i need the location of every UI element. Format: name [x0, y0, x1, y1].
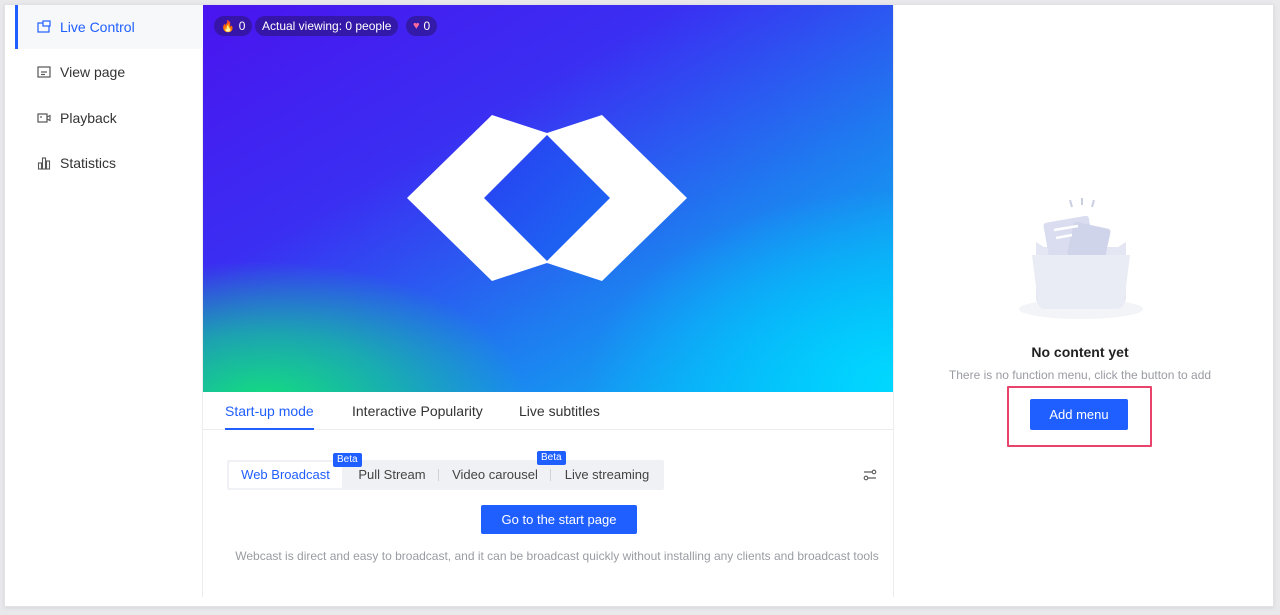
viewing-count: Actual viewing: 0 people — [262, 19, 392, 33]
popularity-badge: 🔥 0 — [214, 16, 253, 36]
sidebar: Live Control View page Playback Statisti… — [15, 5, 203, 597]
broadcast-description: Webcast is direct and easy to broadcast,… — [235, 549, 879, 563]
video-preview: 🔥 0 Actual viewing: 0 people ♥ 0 — [203, 5, 893, 392]
sidebar-item-label: Statistics — [60, 155, 117, 171]
go-to-start-page-button[interactable]: Go to the start page — [481, 505, 637, 534]
tab-interactive-popularity[interactable]: Interactive Popularity — [352, 392, 483, 430]
live-control-icon — [37, 20, 51, 34]
mode-live-streaming[interactable]: Live streaming — [554, 462, 660, 488]
mode-tabs: Start-up mode Interactive Popularity Liv… — [203, 392, 893, 430]
view-page-icon — [37, 65, 51, 79]
sidebar-item-label: Live Control — [60, 19, 135, 35]
sidebar-item-statistics[interactable]: Statistics — [15, 141, 203, 185]
divider — [438, 469, 439, 481]
divider — [550, 469, 551, 481]
sidebar-item-live-control[interactable]: Live Control — [15, 5, 203, 49]
flame-icon: 🔥 — [221, 20, 235, 33]
app-window: Live Control View page Playback Statisti… — [4, 4, 1274, 607]
tab-live-subtitles[interactable]: Live subtitles — [519, 392, 600, 430]
live-control-panel: 🔥 0 Actual viewing: 0 people ♥ 0 Start-u… — [203, 5, 893, 597]
likes-badge: ♥ 0 — [406, 16, 438, 36]
playback-icon — [37, 111, 51, 125]
sidebar-item-view-page[interactable]: View page — [15, 50, 203, 94]
empty-state-title: No content yet — [1031, 344, 1129, 360]
tab-start-up-mode[interactable]: Start-up mode — [225, 392, 314, 430]
mode-video-carousel[interactable]: Video carousel — [442, 462, 548, 488]
add-menu-button[interactable]: Add menu — [1030, 399, 1128, 430]
sidebar-item-playback[interactable]: Playback — [15, 96, 203, 140]
statistics-icon — [37, 156, 51, 170]
mode-label: Web Broadcast — [241, 467, 330, 482]
popularity-count: 0 — [238, 19, 246, 33]
mode-pull-stream[interactable]: Pull Stream — [347, 462, 437, 488]
sidebar-item-label: Playback — [60, 110, 117, 126]
likes-count: 0 — [423, 19, 431, 33]
viewing-badge: Actual viewing: 0 people — [255, 16, 399, 36]
settings-sliders-icon[interactable] — [863, 468, 877, 482]
mode-web-broadcast[interactable]: Web Broadcast Beta — [229, 453, 362, 488]
empty-state-subtitle: There is no function menu, click the but… — [948, 368, 1212, 382]
broadcast-mode-selector: Web Broadcast Beta Pull Stream Video car… — [227, 451, 664, 490]
heart-icon: ♥ — [413, 20, 420, 32]
function-menu-panel: No content yet There is no function menu… — [893, 5, 1265, 597]
brand-logo — [407, 115, 687, 281]
empty-box-illustration — [1019, 198, 1143, 319]
mode-label: Video carousel — [452, 467, 538, 482]
sidebar-item-label: View page — [60, 64, 126, 80]
